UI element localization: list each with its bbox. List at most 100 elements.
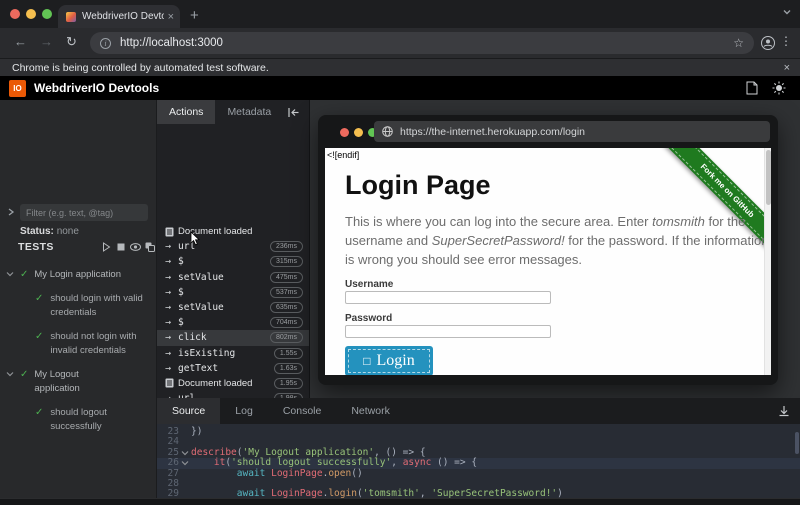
code-token: () [351, 468, 362, 479]
password-field[interactable] [345, 325, 551, 338]
action-row[interactable]: →url236ms [157, 239, 309, 254]
action-row[interactable]: →getText1.63s [157, 361, 309, 376]
duration-badge: 635ms [270, 302, 303, 313]
action-row[interactable]: →url1.98s [157, 391, 309, 398]
arrow-right-icon: → [165, 272, 178, 283]
page-scrollbar[interactable] [764, 148, 771, 375]
globe-icon [382, 126, 393, 137]
fold-chevron-icon[interactable] [179, 458, 191, 468]
arrow-right-icon: → [165, 363, 178, 374]
chevron-down-icon[interactable] [782, 7, 792, 17]
reload-icon[interactable]: ↻ [66, 34, 77, 50]
tab-actions[interactable]: Actions [157, 100, 215, 124]
action-row[interactable]: →setValue475ms [157, 270, 309, 285]
chevron-down-icon[interactable] [6, 271, 14, 277]
arrow-right-icon: → [165, 302, 178, 313]
tab-log[interactable]: Log [220, 398, 268, 424]
info-icon[interactable]: i [100, 38, 111, 49]
suite-label[interactable]: My Logout application [34, 368, 126, 396]
username-field[interactable] [345, 291, 551, 304]
action-list: Document loaded→url236ms→$315ms→setValue… [157, 224, 309, 398]
fold-chevron-icon[interactable] [179, 448, 191, 458]
close-window-button[interactable] [10, 9, 20, 19]
tests-tree: ✓My Login application✓should login with … [0, 260, 156, 444]
webdriverio-logo: IO [9, 80, 26, 97]
url-text[interactable]: http://localhost:3000 [120, 37, 733, 49]
password-label: Password [345, 313, 392, 324]
editor-scrollbar-thumb[interactable] [795, 432, 799, 454]
code-token: describe [191, 447, 237, 458]
download-icon[interactable] [778, 398, 790, 424]
fold-gutter [179, 469, 191, 479]
action-row[interactable]: →$315ms [157, 254, 309, 269]
forward-icon[interactable]: → [40, 34, 53, 49]
test-case-label[interactable]: should login with valid credentials [50, 292, 154, 320]
minimize-window-button[interactable] [26, 9, 36, 19]
preview-url-bar: https://the-internet.herokuapp.com/login [374, 121, 770, 142]
preview-area: https://the-internet.herokuapp.com/login… [310, 100, 800, 398]
login-button[interactable]: □ Login [345, 346, 433, 375]
status-label: Status: [20, 226, 54, 237]
test-case-row[interactable]: ✓should logout successfully [0, 406, 156, 434]
stop-tests-icon[interactable] [117, 243, 125, 251]
duration-badge: 236ms [270, 241, 303, 252]
theme-toggle-icon[interactable] [772, 81, 786, 95]
duration-badge: 802ms [270, 332, 303, 343]
copy-icon[interactable] [145, 242, 155, 252]
test-case-label[interactable]: should logout successfully [50, 406, 154, 434]
chevron-down-icon[interactable] [6, 371, 14, 377]
profile-icon[interactable] [760, 35, 776, 51]
action-row[interactable]: →$537ms [157, 285, 309, 300]
status-value: none [57, 226, 79, 237]
scrollbar-thumb[interactable] [766, 150, 771, 205]
code-token: , () => { [374, 447, 425, 458]
test-case-row[interactable]: ✓should login with valid credentials [0, 292, 156, 320]
username-label: Username [345, 279, 393, 290]
tab-favicon-icon [66, 12, 76, 22]
document-icon [165, 378, 178, 388]
tab-close-icon[interactable]: × [168, 11, 174, 23]
chevron-right-icon[interactable] [7, 207, 15, 217]
tab-metadata[interactable]: Metadata [215, 100, 283, 124]
automation-banner: Chrome is being controlled by automated … [0, 58, 800, 76]
zoom-window-button[interactable] [42, 9, 52, 19]
test-suite-row[interactable]: ✓My Login application [0, 268, 156, 282]
action-row[interactable]: →$704ms [157, 315, 309, 330]
description-text: tomsmith [652, 214, 705, 229]
url-bar[interactable]: i http://localhost:3000 ☆ [90, 32, 754, 54]
suite-label[interactable]: My Login application [34, 268, 121, 282]
test-suite-row[interactable]: ✓ My Logout application [0, 368, 156, 396]
browser-tab[interactable]: WebdriverIO Devtools × [58, 5, 180, 28]
back-icon[interactable]: ← [14, 34, 27, 49]
collapse-panel-icon[interactable] [287, 100, 300, 124]
source-code-editor[interactable]: 23})2425describe('My Logout application'… [157, 424, 800, 498]
watch-eye-icon[interactable] [130, 243, 141, 251]
tab-console[interactable]: Console [268, 398, 337, 424]
run-tests-icon[interactable] [102, 242, 111, 252]
description-text: SuperSecretPassword! [432, 233, 565, 248]
tab-source[interactable]: Source [157, 398, 220, 424]
code-token: async [403, 457, 432, 468]
action-row[interactable]: Document loaded [157, 224, 309, 239]
action-row[interactable]: Document loaded1.95s [157, 376, 309, 391]
action-label: click [178, 332, 207, 343]
arrow-right-icon: → [165, 317, 178, 328]
login-page: <![endif] Fork me on GitHub Login Page T… [325, 148, 771, 375]
tests-header: TESTS [0, 240, 157, 256]
report-icon[interactable] [746, 81, 758, 95]
bookmark-star-icon[interactable]: ☆ [733, 36, 744, 50]
action-row[interactable]: →click802ms [157, 330, 309, 345]
banner-text: Chrome is being controlled by automated … [12, 62, 784, 74]
filter-input[interactable] [20, 204, 148, 221]
code-text: }) [191, 427, 202, 437]
tab-network[interactable]: Network [336, 398, 405, 424]
pass-check-icon: ✓ [20, 368, 28, 382]
test-case-label[interactable]: should not login with invalid credential… [50, 330, 154, 358]
new-tab-button[interactable]: + [190, 5, 199, 27]
close-icon[interactable]: × [784, 62, 790, 74]
test-case-row[interactable]: ✓should not login with invalid credentia… [0, 330, 156, 358]
action-row[interactable]: →isExisting1.55s [157, 346, 309, 361]
action-label: $ [178, 256, 184, 267]
menu-icon[interactable]: ⋮ [780, 34, 792, 48]
action-row[interactable]: →setValue635ms [157, 300, 309, 315]
